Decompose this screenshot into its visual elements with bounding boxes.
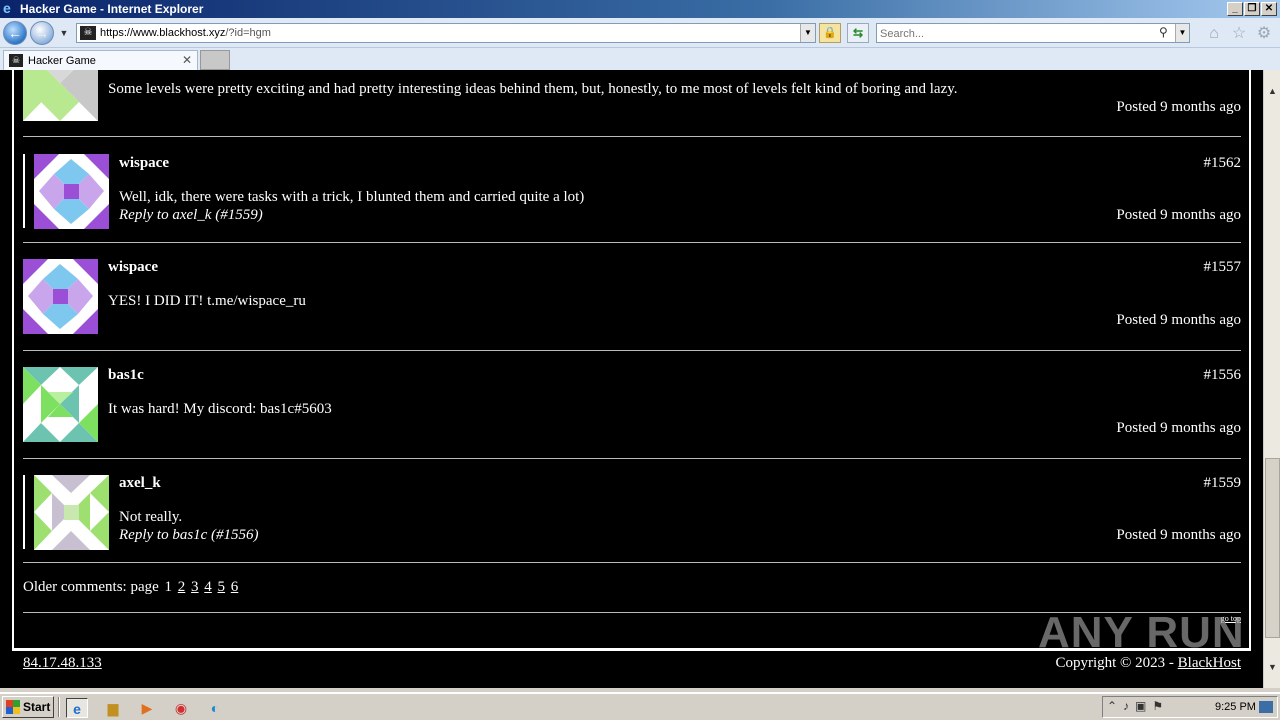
home-icon[interactable]: ⌂ — [1204, 24, 1224, 44]
comment-text: Well, idk, there were tasks with a trick… — [119, 189, 585, 205]
tab-hacker-game[interactable]: ☠ Hacker Game ✕ — [3, 50, 198, 70]
scroll-thumb[interactable] — [1265, 458, 1280, 638]
taskbar: Start e ▆ ▶ ◉ ◐ ⌃♪▣⚑ 9:25 PM — [0, 692, 1280, 720]
new-tab-button[interactable] — [200, 50, 230, 70]
comment-author[interactable]: wispace — [108, 259, 158, 276]
comment-posted-time: Posted 9 months ago — [1116, 312, 1241, 328]
tab-favicon-icon: ☠ — [9, 54, 23, 67]
reply-indent-bar — [23, 154, 25, 228]
user-avatar — [23, 367, 98, 442]
show-desktop-icon[interactable] — [1259, 701, 1273, 713]
security-lock-icon[interactable]: 🔒 — [819, 23, 841, 43]
pagination-current-page: 1 — [164, 579, 173, 595]
url-text[interactable]: https://www.blackhost.xyz/?id=hgm — [100, 27, 271, 39]
address-dropdown-icon[interactable]: ▼ — [800, 24, 815, 42]
comment-author[interactable]: wispace — [119, 155, 169, 172]
user-avatar — [23, 259, 98, 334]
comment-divider — [23, 242, 1241, 243]
taskbar-divider — [58, 697, 60, 717]
start-label: Start — [23, 700, 51, 714]
comment-posted-time: Posted 9 months ago — [1116, 420, 1241, 436]
edge-icon[interactable]: ◐ — [204, 698, 226, 718]
comment-item: wispace #1557 YES! I DID IT! t.me/wispac… — [23, 259, 1241, 335]
address-toolbar: ← → ▼ ☠ https://www.blackhost.xyz/?id=hg… — [0, 18, 1280, 48]
search-dropdown-icon[interactable]: ▼ — [1175, 24, 1189, 42]
url-path: /?id=hgm — [225, 27, 271, 39]
reply-indent-bar — [23, 475, 25, 549]
back-button[interactable]: ← — [3, 21, 27, 45]
user-avatar — [34, 154, 109, 229]
minimize-button[interactable]: _ — [1227, 2, 1243, 16]
pagination-page-link[interactable]: 5 — [218, 579, 226, 595]
search-input[interactable] — [880, 26, 1150, 41]
comment-item: bas1c #1556 It was hard! My discord: bas… — [23, 367, 1241, 443]
comment-text: Not really. — [119, 509, 183, 525]
comment-divider — [23, 136, 1241, 137]
tab-label: Hacker Game — [28, 55, 96, 67]
start-button[interactable]: Start — [2, 696, 54, 718]
user-avatar — [34, 475, 109, 550]
scroll-up-icon[interactable]: ▲ — [1265, 84, 1280, 99]
address-bar[interactable]: ☠ https://www.blackhost.xyz/?id=hgm ▼ — [76, 23, 816, 43]
comment-author[interactable]: axel_k — [119, 475, 161, 492]
media-player-icon[interactable]: ▶ — [136, 698, 158, 718]
footer-ip-link[interactable]: 84.17.48.133 — [23, 655, 102, 672]
comment-divider — [23, 458, 1241, 459]
user-avatar — [23, 70, 98, 121]
search-icon[interactable]: ⚲ — [1159, 25, 1168, 39]
pagination: Older comments: page 1 2 3 4 5 6 — [23, 579, 238, 596]
clock[interactable]: 9:25 PM — [1215, 701, 1256, 713]
comment-reply-link[interactable]: Reply to axel_k (#1559) — [119, 207, 263, 224]
anyrun-watermark: ANY RUN — [1038, 608, 1245, 657]
comment-number[interactable]: #1562 — [1204, 155, 1242, 172]
file-explorer-icon[interactable]: ▆ — [102, 698, 124, 718]
scroll-down-icon[interactable]: ▼ — [1265, 660, 1280, 675]
close-button[interactable]: ✕ — [1261, 2, 1277, 16]
comment-item: Some levels were pretty exciting and had… — [23, 70, 1241, 122]
comment-posted-time: Posted 9 months ago — [1116, 99, 1241, 115]
comment-text: YES! I DID IT! t.me/wispace_ru — [108, 293, 306, 309]
search-box[interactable]: ⚲ ▼ — [876, 23, 1190, 43]
favorites-star-icon[interactable]: ☆ — [1229, 24, 1249, 44]
back-arrow-icon: ← — [8, 25, 22, 41]
comment-text: Some levels were pretty exciting and had… — [108, 81, 958, 97]
tools-gear-icon[interactable]: ⚙ — [1254, 24, 1274, 44]
comment-item: axel_k #1559 Not really. Reply to bas1c … — [23, 475, 1242, 550]
forward-button[interactable]: → — [30, 21, 54, 45]
comment-divider — [23, 350, 1241, 351]
window-title-bar: e Hacker Game - Internet Explorer _ ❐ ✕ — [0, 0, 1280, 18]
comment-number[interactable]: #1557 — [1204, 259, 1242, 276]
comment-item: wispace #1562 Well, idk, there were task… — [23, 154, 1242, 229]
tab-strip: ☠ Hacker Game ✕ — [0, 48, 1280, 70]
tray-icons[interactable]: ⌃♪▣⚑ — [1107, 699, 1169, 713]
comment-divider — [23, 562, 1241, 563]
window-title: Hacker Game - Internet Explorer — [20, 2, 204, 16]
ie-logo-icon: e — [3, 0, 11, 16]
comment-number[interactable]: #1556 — [1204, 367, 1242, 384]
forward-arrow-icon: → — [35, 25, 49, 41]
pagination-page-link[interactable]: 2 — [178, 579, 186, 595]
pagination-page-link[interactable]: 6 — [231, 579, 239, 595]
refresh-button[interactable]: ⇆ — [847, 23, 869, 43]
comment-text: It was hard! My discord: bas1c#5603 — [108, 401, 332, 417]
comment-posted-time: Posted 9 months ago — [1116, 207, 1241, 223]
windows-flag-icon — [6, 700, 20, 714]
history-dropdown-icon[interactable]: ▼ — [58, 28, 70, 38]
comment-number[interactable]: #1559 — [1204, 475, 1242, 492]
pagination-page-link[interactable]: 3 — [191, 579, 199, 595]
pagination-page-link[interactable]: 4 — [204, 579, 212, 595]
internet-explorer-icon[interactable]: e — [66, 698, 88, 718]
pagination-label: Older comments: page — [23, 579, 159, 595]
page-content: Some levels were pretty exciting and had… — [0, 70, 1263, 688]
comment-author[interactable]: bas1c — [108, 367, 144, 384]
site-favicon-icon: ☠ — [80, 26, 96, 40]
tab-close-icon[interactable]: ✕ — [182, 53, 192, 67]
system-tray: ⌃♪▣⚑ 9:25 PM — [1102, 696, 1278, 718]
restore-button[interactable]: ❐ — [1244, 2, 1260, 16]
comment-posted-time: Posted 9 months ago — [1116, 527, 1241, 543]
chrome-icon[interactable]: ◉ — [170, 698, 192, 718]
vertical-scrollbar[interactable]: ▲ ▼ — [1263, 70, 1280, 688]
comment-reply-link[interactable]: Reply to bas1c (#1556) — [119, 527, 259, 544]
url-host: https://www.blackhost.xyz — [100, 27, 226, 39]
